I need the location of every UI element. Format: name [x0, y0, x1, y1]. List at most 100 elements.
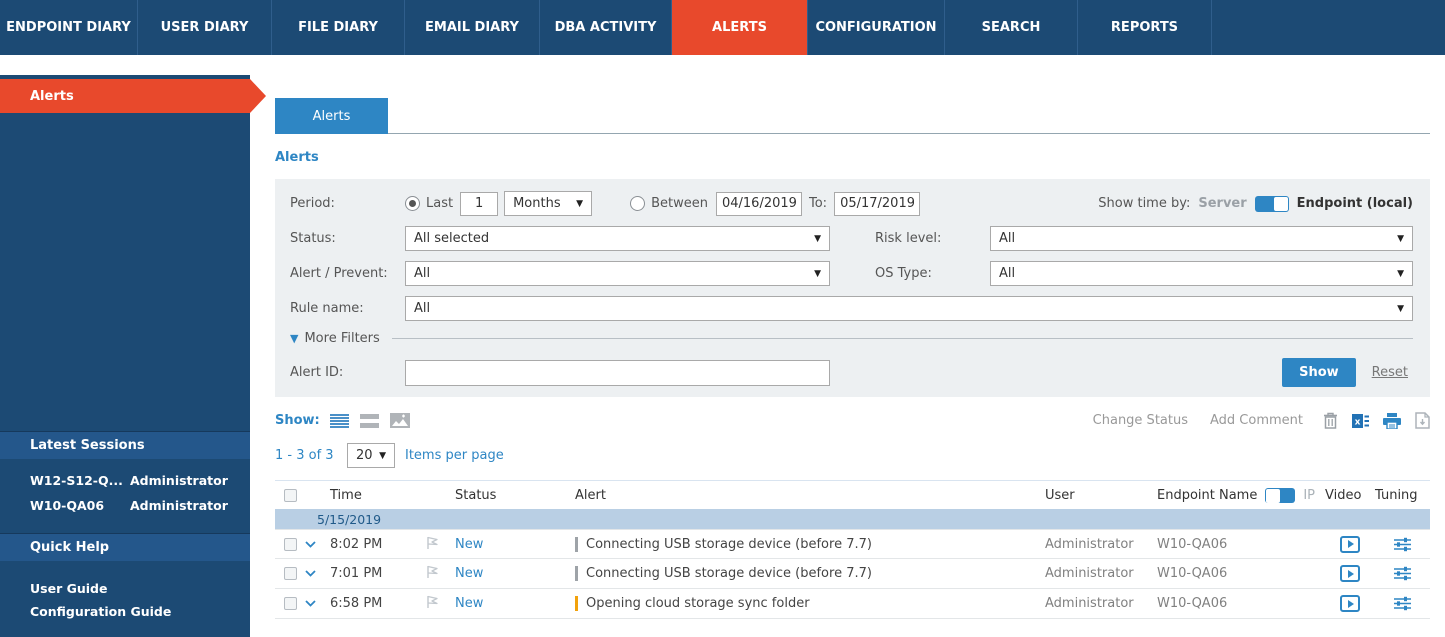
nav-tab-user-diary[interactable]: USER DIARY: [138, 0, 272, 55]
endpoint-name-ip-toggle[interactable]: [1265, 487, 1296, 503]
latest-sessions-list: W12-S12-Q... Administrator W10-QA06 Admi…: [0, 459, 250, 533]
expand-chevron-icon[interactable]: [305, 537, 330, 552]
row-time: 6:58 PM: [330, 596, 383, 611]
thumbnail-view-icon[interactable]: [389, 413, 410, 428]
page-tabstrip: Alerts: [275, 98, 1430, 134]
list-view-icon[interactable]: [329, 413, 349, 428]
show-button[interactable]: Show: [1282, 358, 1356, 387]
session-item[interactable]: W10-QA06 Administrator: [30, 498, 250, 513]
table-row: 7:01 PM New Connecting USB storage devic…: [275, 559, 1430, 589]
column-video: Video: [1325, 487, 1362, 503]
nav-tab-file-diary[interactable]: FILE DIARY: [272, 0, 405, 55]
video-play-button[interactable]: [1340, 565, 1360, 582]
expand-chevron-icon[interactable]: [305, 566, 330, 581]
tuning-icon[interactable]: [1375, 566, 1430, 581]
alert-id-input[interactable]: [405, 359, 830, 386]
nav-tab-alerts[interactable]: ALERTS: [672, 0, 808, 55]
show-time-by-label: Show time by:: [1098, 196, 1191, 211]
row-endpoint: W10-QA06: [1157, 596, 1228, 611]
page-size-value: 20: [356, 448, 373, 463]
flag-icon[interactable]: [425, 535, 455, 554]
nav-tab-search[interactable]: SEARCH: [945, 0, 1078, 55]
nav-tab-reports[interactable]: REPORTS: [1078, 0, 1212, 55]
sidebar-active-arrow: [250, 79, 266, 113]
add-comment-button[interactable]: Add Comment: [1210, 413, 1303, 428]
row-status-link[interactable]: New: [455, 566, 575, 581]
print-icon[interactable]: [1383, 412, 1401, 429]
period-between-radio[interactable]: [630, 196, 646, 211]
row-status-link[interactable]: New: [455, 537, 575, 552]
items-per-page-label: Items per page: [405, 448, 504, 463]
column-user[interactable]: User: [1045, 488, 1157, 503]
export-excel-icon[interactable]: x: [1352, 413, 1369, 429]
change-status-button[interactable]: Change Status: [1093, 413, 1188, 428]
user-guide-link[interactable]: User Guide: [30, 581, 250, 596]
sidebar-quick-help-header[interactable]: Quick Help: [0, 533, 250, 561]
show-time-by-endpoint-option[interactable]: Endpoint (local): [1297, 196, 1413, 211]
alerts-table: Time Status Alert User Endpoint Name IP …: [275, 480, 1430, 619]
period-to-input[interactable]: [834, 191, 921, 216]
alert-prevent-os-row: Alert / Prevent: All ▼ OS Type: All ▼: [290, 261, 1413, 286]
alert-prevent-value: All: [414, 266, 431, 281]
period-unit-select[interactable]: Months ▼: [504, 191, 593, 216]
row-checkbox[interactable]: [283, 537, 297, 551]
tuning-icon[interactable]: [1375, 537, 1430, 552]
os-type-select[interactable]: All ▼: [990, 261, 1413, 286]
alert-id-row: Alert ID: Show Reset: [290, 358, 1413, 387]
row-alert-text: Connecting USB storage device (before 7.…: [586, 566, 872, 581]
show-time-by-server-option[interactable]: Server: [1198, 196, 1246, 211]
period-label: Period:: [290, 196, 335, 211]
period-last-value-input[interactable]: [460, 191, 499, 216]
nav-tab-dba-activity[interactable]: DBA ACTIVITY: [540, 0, 672, 55]
rule-name-label: Rule name:: [290, 301, 364, 316]
sidebar: Alerts Latest Sessions W12-S12-Q... Admi…: [0, 75, 266, 637]
chevron-down-icon: ▼: [290, 332, 299, 345]
more-filters-link[interactable]: More Filters: [304, 331, 379, 346]
sidebar-latest-sessions-header[interactable]: Latest Sessions: [0, 431, 250, 459]
row-user: Administrator: [1045, 536, 1134, 552]
chevron-down-icon: ▼: [576, 198, 584, 209]
nav-tab-endpoint-diary[interactable]: ENDPOINT DIARY: [0, 0, 138, 55]
column-ip[interactable]: IP: [1303, 488, 1315, 503]
alert-prevent-label: Alert / Prevent:: [290, 266, 388, 281]
column-endpoint-name[interactable]: Endpoint Name: [1157, 488, 1257, 503]
risk-level-select[interactable]: All ▼: [990, 226, 1413, 251]
sidebar-item-alerts[interactable]: Alerts: [0, 79, 266, 113]
tab-alerts[interactable]: Alerts: [275, 98, 388, 134]
configuration-guide-link[interactable]: Configuration Guide: [30, 604, 250, 619]
status-select[interactable]: All selected ▼: [405, 226, 830, 251]
row-checkbox[interactable]: [283, 567, 297, 580]
period-last-radio[interactable]: [405, 196, 420, 211]
expand-chevron-icon[interactable]: [305, 596, 330, 611]
nav-tab-configuration[interactable]: CONFIGURATION: [808, 0, 945, 55]
session-endpoint: W10-QA06: [30, 498, 105, 513]
video-play-button[interactable]: [1340, 595, 1360, 612]
toggle-knob: [1266, 488, 1281, 503]
show-time-by-toggle[interactable]: [1254, 195, 1289, 212]
reset-link[interactable]: Reset: [1372, 365, 1408, 380]
session-item[interactable]: W12-S12-Q... Administrator: [30, 473, 250, 488]
rule-name-select[interactable]: All ▼: [405, 296, 1413, 321]
page-size-select[interactable]: 20 ▼: [347, 443, 395, 468]
row-checkbox[interactable]: [283, 597, 297, 610]
flag-icon[interactable]: [425, 594, 455, 613]
breadcrumb[interactable]: Alerts: [275, 150, 319, 165]
compact-view-icon[interactable]: [359, 413, 379, 428]
select-all-checkbox[interactable]: [283, 488, 297, 502]
period-from-input[interactable]: [715, 191, 802, 216]
period-between-label: Between: [651, 196, 708, 211]
column-time[interactable]: Time: [330, 488, 425, 503]
column-alert[interactable]: Alert: [575, 488, 1045, 503]
alert-id-label: Alert ID:: [290, 365, 344, 380]
export-pdf-icon[interactable]: [1415, 412, 1430, 429]
row-status-link[interactable]: New: [455, 596, 575, 611]
alert-prevent-select[interactable]: All ▼: [405, 261, 830, 286]
column-status[interactable]: Status: [455, 488, 575, 503]
status-risk-row: Status: All selected ▼ Risk level: All ▼: [290, 226, 1413, 251]
delete-icon[interactable]: [1323, 412, 1338, 429]
chevron-down-icon: ▼: [1397, 303, 1404, 314]
nav-tab-email-diary[interactable]: EMAIL DIARY: [405, 0, 540, 55]
video-play-button[interactable]: [1340, 535, 1360, 553]
flag-icon[interactable]: [425, 564, 455, 583]
tuning-icon[interactable]: [1375, 596, 1430, 611]
